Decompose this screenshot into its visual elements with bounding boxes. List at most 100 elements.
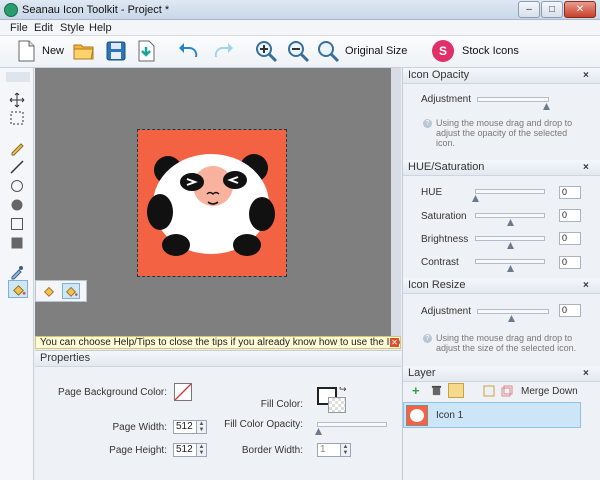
tip-close-button[interactable]: ✕ <box>390 338 399 347</box>
page-width-stepper[interactable]: ▲ ▼ <box>197 420 207 434</box>
menu-bar: File Edit Style Help <box>0 20 600 36</box>
resize-adjustment-label: Adjustment <box>421 306 472 317</box>
open-folder-icon[interactable] <box>72 39 96 63</box>
hue-slider[interactable] <box>475 189 545 194</box>
opacity-slider[interactable] <box>477 97 549 102</box>
close-window-button[interactable]: ✕ <box>564 1 596 18</box>
save-icon[interactable] <box>104 39 128 63</box>
new-button[interactable]: New <box>42 45 64 57</box>
border-width-stepper[interactable]: ▲ ▼ <box>341 443 351 457</box>
resize-info-icon: ? <box>423 334 432 343</box>
fill-color-opacity-label: Fill Color Opacity: <box>224 419 303 430</box>
stock-icons-button[interactable]: Stock Icons <box>462 45 519 57</box>
brightness-value-input[interactable]: 0 <box>559 232 581 245</box>
line-tool-icon[interactable] <box>9 159 25 175</box>
layer-name: Icon 1 <box>436 410 464 421</box>
brightness-slider-thumb[interactable] <box>507 242 514 249</box>
rectangle-tool-icon[interactable] <box>9 216 25 232</box>
icon-canvas[interactable] <box>138 130 286 276</box>
layer-up-icon[interactable] <box>483 385 495 397</box>
opacity-slider-thumb[interactable] <box>543 103 550 110</box>
stock-icons-icon[interactable]: S <box>432 40 454 62</box>
delete-layer-icon[interactable] <box>431 385 442 396</box>
original-size-button[interactable]: Original Size <box>345 45 407 57</box>
page-height-label: Page Height: <box>109 445 167 456</box>
opacity-adjustment-label: Adjustment <box>421 94 472 105</box>
layer-row[interactable]: Icon 1 <box>403 402 581 428</box>
resize-slider-thumb[interactable] <box>508 315 515 322</box>
border-width-input[interactable]: 1 <box>317 443 341 457</box>
layer-down-icon[interactable] <box>501 385 513 397</box>
hue-saturation-title: HUE/Saturation <box>403 160 600 176</box>
menu-style[interactable]: Style <box>60 22 84 34</box>
new-document-icon[interactable] <box>14 39 38 63</box>
menu-file[interactable]: File <box>10 22 28 34</box>
fill-mode-button[interactable] <box>62 283 80 299</box>
icon-opacity-close-icon[interactable]: × <box>583 70 589 81</box>
eyedropper-tool-icon[interactable] <box>9 264 25 280</box>
panda-artwork <box>147 154 275 256</box>
palette-grip <box>6 72 30 82</box>
maximize-button[interactable]: □ <box>541 1 563 18</box>
layer-close-icon[interactable]: × <box>583 368 589 379</box>
zoom-out-icon[interactable] <box>286 39 310 63</box>
saturation-value-input[interactable]: 0 <box>559 209 581 222</box>
canvas-vertical-scrollbar[interactable] <box>391 68 401 336</box>
filled-rectangle-tool-icon[interactable] <box>9 235 25 251</box>
hue-saturation-close-icon[interactable]: × <box>583 162 589 173</box>
tip-bar: You can choose Help/Tips to close the ti… <box>35 336 401 349</box>
contrast-slider[interactable] <box>475 259 545 264</box>
hue-value-input[interactable]: 0 <box>559 186 581 199</box>
select-tool-icon[interactable] <box>9 110 25 126</box>
export-icon[interactable] <box>134 39 158 63</box>
menu-help[interactable]: Help <box>89 22 112 34</box>
fill-opacity-slider[interactable] <box>317 422 387 427</box>
tool-palette <box>0 68 34 480</box>
minimize-button[interactable]: – <box>518 1 540 18</box>
zoom-in-icon[interactable] <box>254 39 278 63</box>
icon-resize-title: Icon Resize <box>403 278 600 294</box>
opacity-hint-text: Using the mouse drag and drop to adjust … <box>436 118 573 148</box>
stroke-color-swatch[interactable] <box>328 397 346 413</box>
contrast-value-input[interactable]: 0 <box>559 256 581 269</box>
contrast-slider-thumb[interactable] <box>507 265 514 272</box>
filled-ellipse-tool-icon[interactable] <box>9 197 25 213</box>
properties-panel: Properties Page Background Color: Page W… <box>35 350 401 480</box>
fill-color-label: Fill Color: <box>260 399 303 410</box>
right-panel: Icon Opacity × Adjustment ? Using the mo… <box>402 68 600 480</box>
fill-icon <box>66 286 78 297</box>
page-width-input[interactable]: 512 <box>173 420 197 434</box>
page-background-color-label: Page Background Color: <box>58 387 167 398</box>
brightness-slider[interactable] <box>475 236 545 241</box>
fill-opacity-slider-thumb[interactable] <box>315 428 322 435</box>
resize-hint-text: Using the mouse drag and drop to adjust … <box>436 333 577 353</box>
move-tool-icon[interactable] <box>9 92 25 108</box>
merge-down-button[interactable]: Merge Down <box>521 386 578 397</box>
window-title: Seanau Icon Toolkit - Project * <box>22 4 170 16</box>
app-logo-icon <box>4 3 18 17</box>
original-size-icon[interactable] <box>316 39 340 63</box>
menu-edit[interactable]: Edit <box>34 22 53 34</box>
resize-slider[interactable] <box>477 309 549 314</box>
resize-value-input[interactable]: 0 <box>559 304 581 317</box>
page-background-color-swatch[interactable] <box>174 383 192 401</box>
brush-icon[interactable] <box>42 284 56 298</box>
add-layer-icon[interactable]: + <box>412 384 420 397</box>
swap-colors-icon[interactable]: ↪ <box>339 384 347 395</box>
fill-tool-button[interactable] <box>8 280 28 298</box>
ellipse-tool-icon[interactable] <box>9 178 25 194</box>
saturation-slider-thumb[interactable] <box>507 219 514 226</box>
floating-toolbox <box>35 280 87 302</box>
layer-visibility-button[interactable] <box>448 383 464 398</box>
page-height-stepper[interactable]: ▲ ▼ <box>197 443 207 457</box>
pencil-tool-icon[interactable] <box>9 140 25 156</box>
info-icon: ? <box>423 119 432 128</box>
saturation-slider[interactable] <box>475 213 545 218</box>
redo-icon[interactable] <box>210 39 234 63</box>
hue-slider-thumb[interactable] <box>472 195 479 202</box>
contrast-label: Contrast <box>421 257 459 268</box>
brightness-label: Brightness <box>421 234 469 245</box>
page-height-input[interactable]: 512 <box>173 443 197 457</box>
undo-icon[interactable] <box>178 39 202 63</box>
icon-resize-close-icon[interactable]: × <box>583 280 589 291</box>
